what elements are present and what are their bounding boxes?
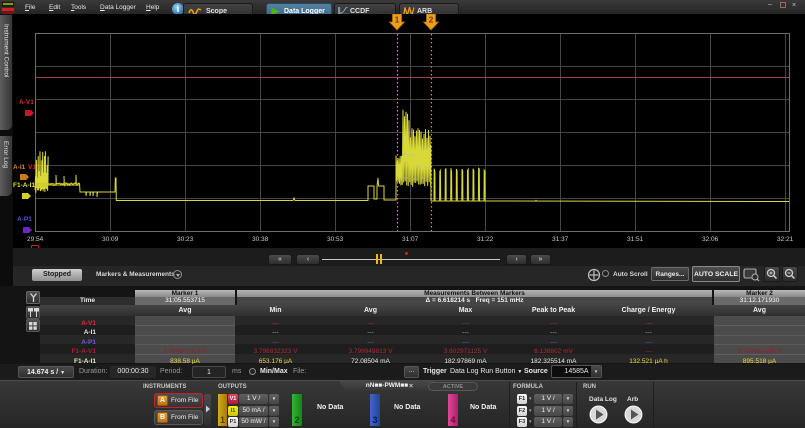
svg-text:1: 1 xyxy=(395,15,400,25)
svg-text:2: 2 xyxy=(429,15,434,25)
